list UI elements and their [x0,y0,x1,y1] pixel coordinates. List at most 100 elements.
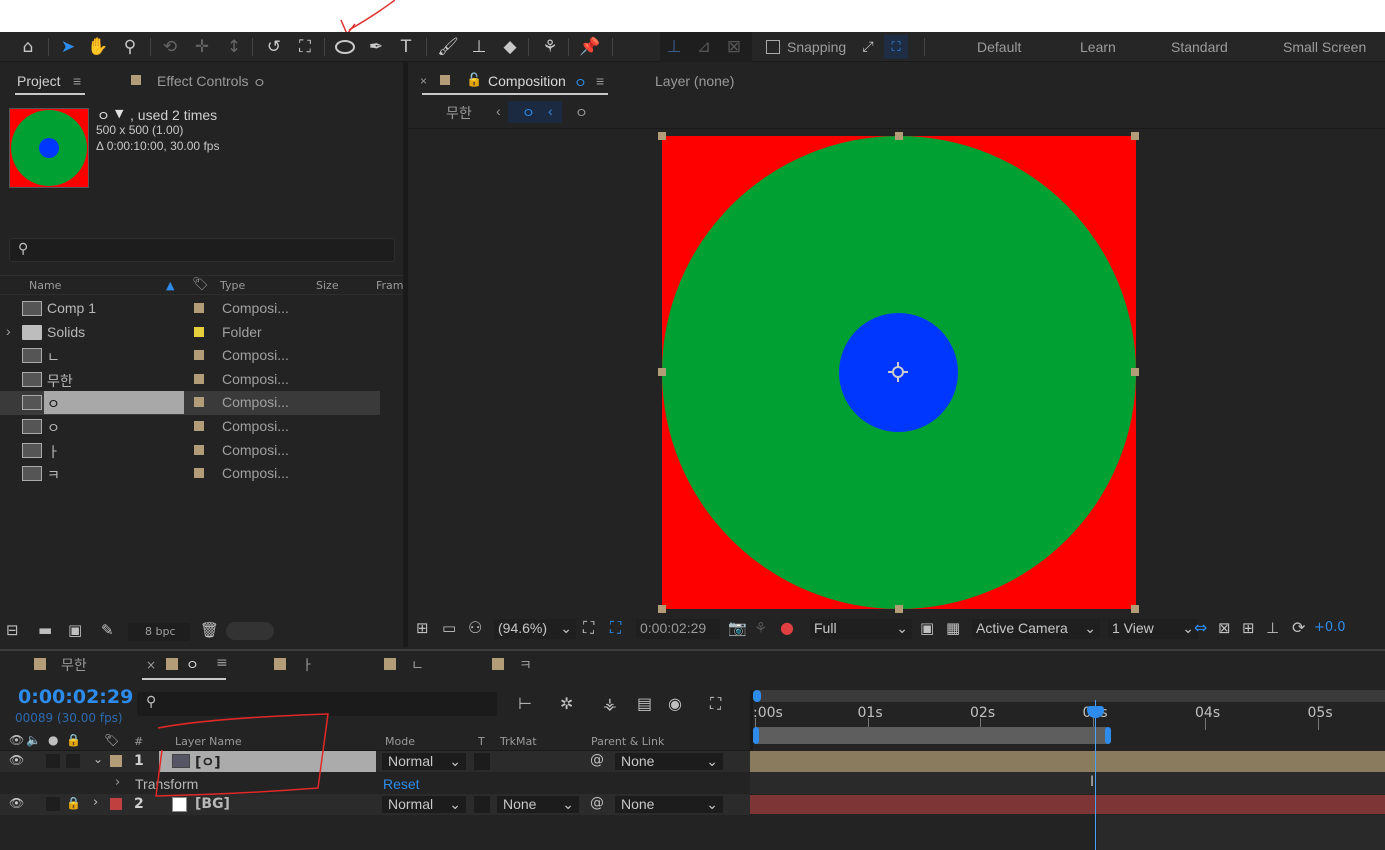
selection-tool-icon[interactable]: ➤ [56,35,80,59]
always-preview-icon[interactable]: ⊞ [416,619,429,637]
clone-stamp-icon[interactable]: ⊥ [467,35,491,59]
label-color-swatch[interactable] [194,350,204,361]
column-frame[interactable]: Fram [376,279,404,292]
tab-layer[interactable]: Layer (none) [655,73,734,89]
column-size[interactable]: Size [316,279,339,292]
snapping-checkbox[interactable] [766,40,780,54]
timeline-tab[interactable]: ㄴ [411,655,424,675]
project-item-name[interactable]: 무한 [47,371,73,391]
roto-brush-icon[interactable]: ⚘ [538,35,562,59]
project-menu-icon[interactable]: ≡ [73,73,81,89]
layer-row-1[interactable]: 👁 ⌄ 1 [ㅇ] Normal ⌄ @ None ⌄ [0,751,750,772]
flowchart-icon[interactable]: ⊥ [1266,619,1279,637]
breadcrumb-parent[interactable]: 무한 [446,103,472,123]
timeline-tab[interactable]: 무한 [61,655,87,675]
project-item-row[interactable]: ㅋ Composi... [0,462,380,486]
viewer-timecode[interactable]: 0:00:02:29 [636,619,720,639]
safe-margins-icon[interactable]: ⛶ [583,618,594,638]
timeline-tab[interactable]: ㅇ [186,655,199,675]
fast-draft-icon[interactable]: ⊠ [1218,619,1231,637]
snapshot-icon[interactable]: 📷 [728,619,747,637]
project-item-name[interactable]: ㅏ [47,442,60,462]
project-item-row[interactable]: ㅇ Composi... [0,391,380,415]
label-color-swatch[interactable] [194,397,204,408]
mask-visibility-icon[interactable]: ⚇ [468,618,482,637]
label-color-swatch[interactable] [194,421,204,431]
transform-handle-tr[interactable] [1131,132,1139,140]
project-settings-icon[interactable]: ✎ [101,621,114,639]
show-snapshot-icon[interactable]: ⚘ [754,619,767,637]
project-item-row[interactable]: ㄴ Composi... [0,344,380,368]
tab-project[interactable]: Project [17,73,61,89]
chevron-right-icon[interactable]: › [93,795,98,810]
frame-blending-icon[interactable]: ▤ [637,694,652,713]
fast-previews-icon[interactable]: ▣ [920,619,934,637]
rotation-tool-icon[interactable]: ↺ [262,35,286,59]
close-tab-icon[interactable]: × [420,74,427,88]
column-type[interactable]: Type [220,279,245,292]
thumbnail-slider[interactable] [226,622,274,640]
layer-row-2[interactable]: 👁 🔒 › 2 [BG] Normal ⌄ None ⌄ @ None ⌄ [0,794,750,815]
view-axis-icon[interactable]: ⊠ [722,35,746,59]
new-folder-icon[interactable]: ▬ [38,621,52,639]
world-axis-icon[interactable]: ⊿ [692,35,716,59]
orbit-camera-icon[interactable]: ⟲ [158,35,182,59]
timeline-icon[interactable]: ⊞ [1242,619,1255,637]
label-color-swatch[interactable] [194,444,204,455]
tab-composition[interactable]: Composition [488,73,566,89]
lock-toggle[interactable] [66,754,80,768]
transform-handle-r[interactable] [1131,368,1139,376]
transform-handle-tl[interactable] [658,132,666,140]
transform-handle-b[interactable] [895,605,903,613]
breadcrumb-left-arrow[interactable]: ‹ [496,103,501,119]
hand-tool-icon[interactable]: ✋ [86,35,110,59]
composition-canvas[interactable] [662,136,1136,609]
chevron-right-icon[interactable]: › [115,775,120,790]
resolution-dropdown[interactable]: Full ⌄ [810,619,912,639]
draft-3d-icon[interactable]: ✲ [560,694,573,713]
monitor-icon[interactable]: ▭ [442,619,456,637]
usage-dropdown-icon[interactable]: ▼ [115,107,123,120]
time-navigator[interactable] [753,690,1385,702]
close-tab-icon[interactable]: × [146,658,156,672]
transform-handle-br[interactable] [1131,605,1139,613]
snap-grid-icon[interactable]: ⛶ [884,35,908,59]
time-ruler[interactable]: :00s01s02s03s04s05s [753,702,1385,730]
label-color-swatch[interactable] [194,373,204,384]
preserve-transparency-toggle[interactable] [474,753,490,770]
project-item-name[interactable]: ㅋ [47,465,60,485]
bit-depth[interactable]: 8 bpc [145,625,176,638]
lock-icon[interactable]: 🔓 [466,72,482,88]
work-area-bar[interactable] [753,727,1111,744]
pickwhip-icon[interactable]: @ [590,795,604,811]
graph-editor-icon[interactable]: ⛶ [710,694,721,714]
ellipse-tool-icon[interactable] [333,35,357,59]
label-tag-icon[interactable]: 🏷 [192,277,209,292]
sort-ascending-icon[interactable]: ▲ [166,279,174,292]
project-item-row[interactable]: Comp 1 Composi... [0,297,380,321]
eye-icon[interactable]: 👁 [9,753,24,767]
chevron-right-icon[interactable]: › [6,323,11,339]
project-item-row[interactable]: ㅇ Composi... [0,415,380,439]
project-item-row[interactable]: ㅏ Composi... [0,439,380,463]
region-of-interest-icon[interactable]: ⛶ [610,618,621,638]
puppet-pin-icon[interactable]: 📌 [578,35,602,59]
workspace-default[interactable]: Default [977,39,1021,55]
chevron-down-icon[interactable]: ⌄ [93,752,103,766]
eraser-icon[interactable]: ◆ [498,35,522,59]
dolly-camera-icon[interactable]: ↕ [222,35,246,59]
breadcrumb-next[interactable]: ㅇ [575,103,588,123]
anchor-point-icon[interactable] [888,362,908,382]
motion-blur-icon[interactable]: ◉ [668,694,682,713]
transform-handle-l[interactable] [658,368,666,376]
eye-icon[interactable]: 👁 [9,796,24,810]
timeline-tab[interactable]: ㅋ [519,655,532,675]
current-time[interactable]: 0:00:02:29 [18,686,133,708]
lock-icon[interactable]: 🔒 [66,796,81,810]
home-icon[interactable]: ⌂ [16,35,40,59]
reset-exposure-icon[interactable]: ⟳ [1292,618,1305,637]
project-item-name[interactable]: Solids [47,324,85,340]
brush-tool-icon[interactable]: 🖌 [436,35,460,59]
transform-handle-t[interactable] [895,132,903,140]
column-name[interactable]: Name [29,279,61,292]
